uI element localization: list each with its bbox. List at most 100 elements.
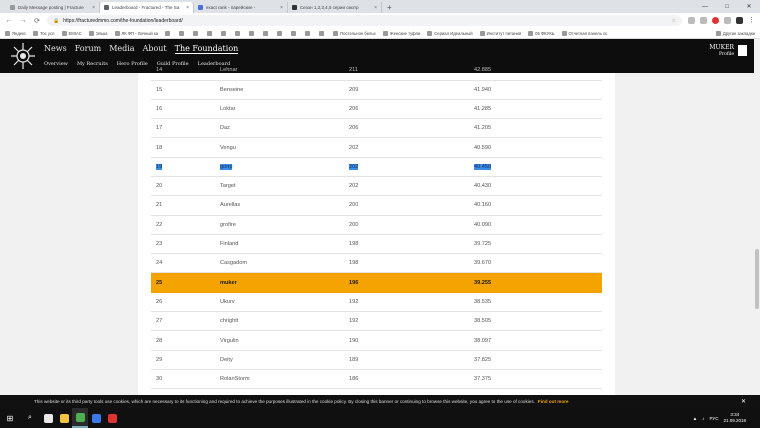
minimize-button[interactable]: — — [694, 0, 716, 13]
bookmark-item[interactable]: 05 ФКУКЬ — [528, 30, 555, 36]
cookie-close-button[interactable]: ✕ — [741, 398, 746, 405]
leaderboard-row: 17 Daz 206 41.205 — [151, 118, 602, 139]
user-profile[interactable]: MUKER Profile — [709, 44, 734, 58]
app-icon — [59, 413, 69, 423]
taskbar-app-icon[interactable] — [104, 408, 120, 428]
bookmark-item[interactable]: Отчетная панель ск — [561, 30, 607, 36]
new-tab-button[interactable]: + — [382, 2, 397, 13]
bookmark-item[interactable]: Элька — [88, 30, 108, 36]
bookmark-item[interactable] — [165, 30, 172, 36]
taskbar-app-icon[interactable] — [88, 408, 104, 428]
url-field[interactable]: 🔒 https://fracturedmmo.com/the-foundatio… — [47, 15, 682, 26]
subnav-item-my-recruits[interactable]: My Recruits — [77, 61, 108, 67]
profile-icon[interactable] — [736, 17, 743, 24]
windows-start-icon[interactable]: ⊞ — [0, 408, 20, 428]
tab-title: Leaderboard - Fractured - The Sa — [112, 5, 180, 10]
bookmark-item[interactable]: Яндекс — [5, 30, 26, 36]
reload-icon[interactable]: ⟳ — [33, 17, 41, 25]
sub-nav: Overview My Recruits Hero Profile Guild Pro… — [44, 61, 230, 67]
bookmark-item[interactable] — [277, 30, 284, 36]
clock[interactable]: 3:34 21.09.2018 — [723, 412, 746, 424]
bookmark-item[interactable] — [179, 30, 186, 36]
bookmark-item[interactable]: Тос усл — [33, 30, 55, 36]
player-name-cell: Finland — [220, 241, 239, 248]
bookmark-item[interactable] — [221, 30, 228, 36]
leaderboard-row: 14 Lehnar 211 42.885 — [151, 67, 602, 81]
fractured-logo-icon[interactable] — [10, 42, 36, 70]
language-indicator[interactable]: РУС — [709, 416, 718, 421]
player-name-cell: grofire — [220, 221, 236, 228]
tab-close-icon[interactable]: × — [186, 5, 189, 11]
extension-icons: ⋮ — [688, 17, 755, 24]
page-scrollbar[interactable] — [754, 39, 760, 395]
close-window-button[interactable]: ✕ — [738, 0, 760, 13]
scrollbar-thumb[interactable] — [755, 249, 759, 309]
extension-icon[interactable] — [724, 17, 731, 24]
rank-cell: 24 — [156, 260, 163, 267]
bookmark-item[interactable]: Институт питания — [479, 30, 521, 36]
subnav-item-overview[interactable]: Overview — [44, 61, 68, 67]
bookmark-item[interactable] — [235, 30, 242, 36]
rank-cell: 25 — [156, 279, 163, 286]
forward-icon[interactable]: → — [19, 17, 27, 24]
player-name-cell: Virgulin — [220, 337, 239, 344]
score-cell: 39.255 — [474, 279, 492, 286]
player-name-cell: gonp — [220, 163, 233, 170]
nav-item-about[interactable]: About — [143, 44, 167, 54]
bookmark-favicon-icon — [319, 30, 325, 36]
tab-title: Сезон 1,2,3,4,5 серии смотр — [300, 5, 359, 10]
bookmark-favicon-icon — [165, 30, 171, 36]
bookmark-item[interactable]: Постельное белье — [333, 30, 376, 36]
browser-tab[interactable]: exact rank - парейские - × — [194, 2, 288, 13]
taskbar-app-icon[interactable] — [40, 408, 56, 428]
bookmark-item[interactable] — [263, 30, 270, 36]
avatar[interactable] — [738, 45, 747, 56]
adblock-icon[interactable] — [712, 17, 719, 24]
bookmark-item[interactable] — [249, 30, 256, 36]
nav-item-the-foundation[interactable]: The Foundation — [174, 44, 239, 54]
score-cell: 41.285 — [474, 105, 492, 112]
bookmark-item[interactable]: Сериал Идеальный — [427, 30, 473, 36]
taskbar-app-icon[interactable] — [72, 408, 88, 428]
player-name-cell: RolanStorm — [220, 376, 250, 383]
bookmark-item[interactable]: EMIAC — [61, 30, 82, 36]
bookmark-item[interactable] — [207, 30, 214, 36]
menu-icon[interactable]: ⋮ — [748, 17, 755, 24]
score-cell: 40.160 — [474, 202, 492, 209]
extension-icon[interactable] — [700, 17, 707, 24]
bookmark-favicon-icon — [479, 30, 485, 36]
bookmark-item[interactable] — [193, 30, 200, 36]
search-icon[interactable]: ⌕ — [20, 408, 40, 428]
profile-link[interactable]: Profile — [709, 51, 734, 58]
back-icon[interactable]: ← — [5, 17, 13, 24]
browser-tab[interactable]: Leaderboard - Fractured - The Sa × — [100, 2, 194, 13]
nav-item-media[interactable]: Media — [109, 44, 134, 54]
subnav-item-hero-profile[interactable]: Hero Profile — [117, 61, 148, 67]
browser-tab[interactable]: Сезон 1,2,3,4,5 серии смотр × — [288, 2, 382, 13]
find-out-more-link[interactable]: Find out more — [538, 399, 569, 404]
bookmark-item[interactable] — [319, 30, 326, 36]
star-icon[interactable]: ☆ — [672, 18, 676, 24]
tab-close-icon[interactable]: × — [374, 5, 377, 11]
bookmark-item[interactable] — [291, 30, 298, 36]
player-name-cell: Loktar — [220, 105, 236, 112]
volume-icon[interactable]: ♪ — [702, 416, 704, 421]
extension-icon[interactable] — [688, 17, 695, 24]
leaderboard-row: 21 Aurellas 200 40.160 — [151, 195, 602, 216]
network-icon[interactable]: ▲ — [693, 416, 697, 421]
tab-close-icon[interactable]: × — [280, 5, 283, 11]
tab-close-icon[interactable]: × — [92, 5, 95, 11]
nav-item-news[interactable]: News — [44, 44, 67, 54]
bookmark-item[interactable]: Женские туфли — [382, 30, 420, 36]
bookmark-item[interactable] — [305, 30, 312, 36]
browser-tab[interactable]: Daily Message posting | Fracture × — [6, 2, 100, 13]
taskbar-app-icon[interactable] — [56, 408, 72, 428]
maximize-button[interactable]: □ — [716, 0, 738, 13]
nav-item-forum[interactable]: Forum — [75, 44, 102, 54]
other-bookmarks[interactable]: Другие закладки — [715, 30, 755, 36]
leaderboard-row: 25 muker 196 39.255 — [151, 272, 602, 293]
bookmark-favicon-icon — [207, 30, 213, 36]
favicon-icon — [198, 5, 203, 10]
player-name-cell: Vengu — [220, 144, 236, 151]
bookmark-item[interactable]: ЛК ФП - Личный ка — [114, 30, 158, 36]
